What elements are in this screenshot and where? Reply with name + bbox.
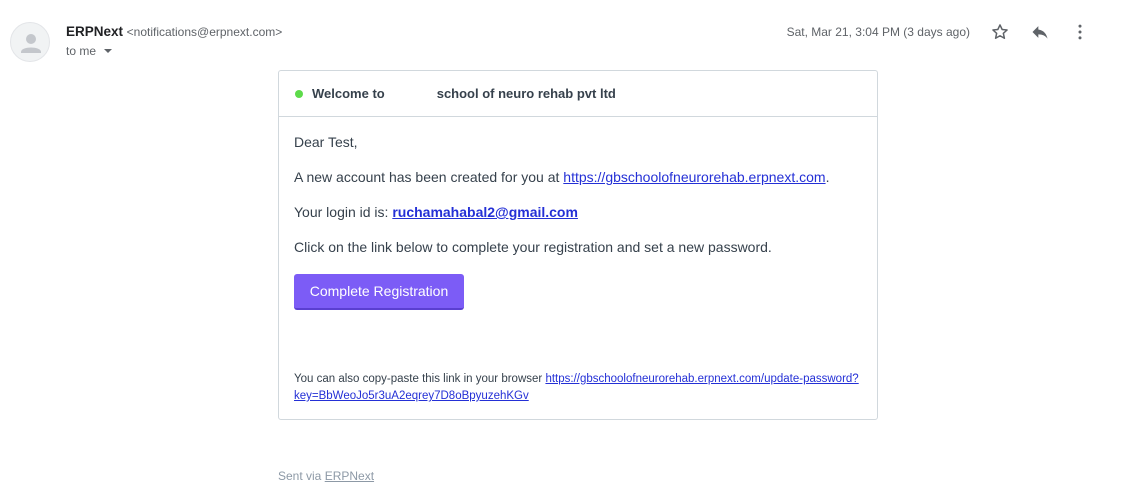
greeting: Dear Test, [294,134,358,150]
login-id-link[interactable]: ruchamahabal2@gmail.com [392,204,578,220]
sender-email: <notifications@erpnext.com> [126,25,283,39]
card-header: Welcome to school of neuro rehab pvt ltd [279,71,877,117]
more-options-button[interactable] [1068,20,1092,44]
complete-registration-button[interactable]: Complete Registration [294,274,464,310]
email-date: Sat, Mar 21, 3:04 PM (3 days ago) [786,25,970,39]
account-paragraph: A new account has been created for you a… [294,168,862,186]
login-paragraph: Your login id is: ruchamahabal2@gmail.co… [294,203,862,221]
login-prefix: Your login id is: [294,204,393,220]
redacted-area [384,86,437,101]
sender-line: ERPNext <notifications@erpnext.com> [66,24,282,39]
account-text: A new account has been created for you a… [294,169,564,185]
card-title-suffix: school of neuro rehab pvt ltd [436,86,616,101]
star-icon [992,24,1008,39]
account-end: . [825,169,830,185]
status-dot-icon [295,89,303,98]
site-link[interactable]: https://gbschoolofneurorehab.erpnext.com [563,169,825,185]
sender-name[interactable]: ERPNext [66,24,123,39]
more-vert-icon [1078,24,1082,40]
recipient-label: to me [66,44,97,58]
sender-avatar[interactable] [10,22,50,62]
instruction-text: Click on the link below to complete your… [294,239,772,255]
erpnext-link[interactable]: ERPNext [325,469,374,483]
reply-icon [1032,26,1048,39]
email-card: Welcome to school of neuro rehab pvt ltd… [278,70,878,420]
chevron-down-icon [104,49,113,53]
copy-text: You can also copy-paste this link in you… [294,373,546,385]
sent-via-label: Sent via [278,469,325,483]
sent-via-footer: Sent via ERPNext [278,469,374,483]
card-body: Dear Test, A new account has been create… [279,117,877,310]
copy-paste-note: You can also copy-paste this link in you… [294,371,864,405]
card-title-prefix: Welcome to [312,86,385,101]
recipients-toggle[interactable]: to me [66,44,113,58]
star-button[interactable] [988,20,1012,44]
reply-button[interactable] [1028,20,1052,44]
person-icon [21,34,41,53]
